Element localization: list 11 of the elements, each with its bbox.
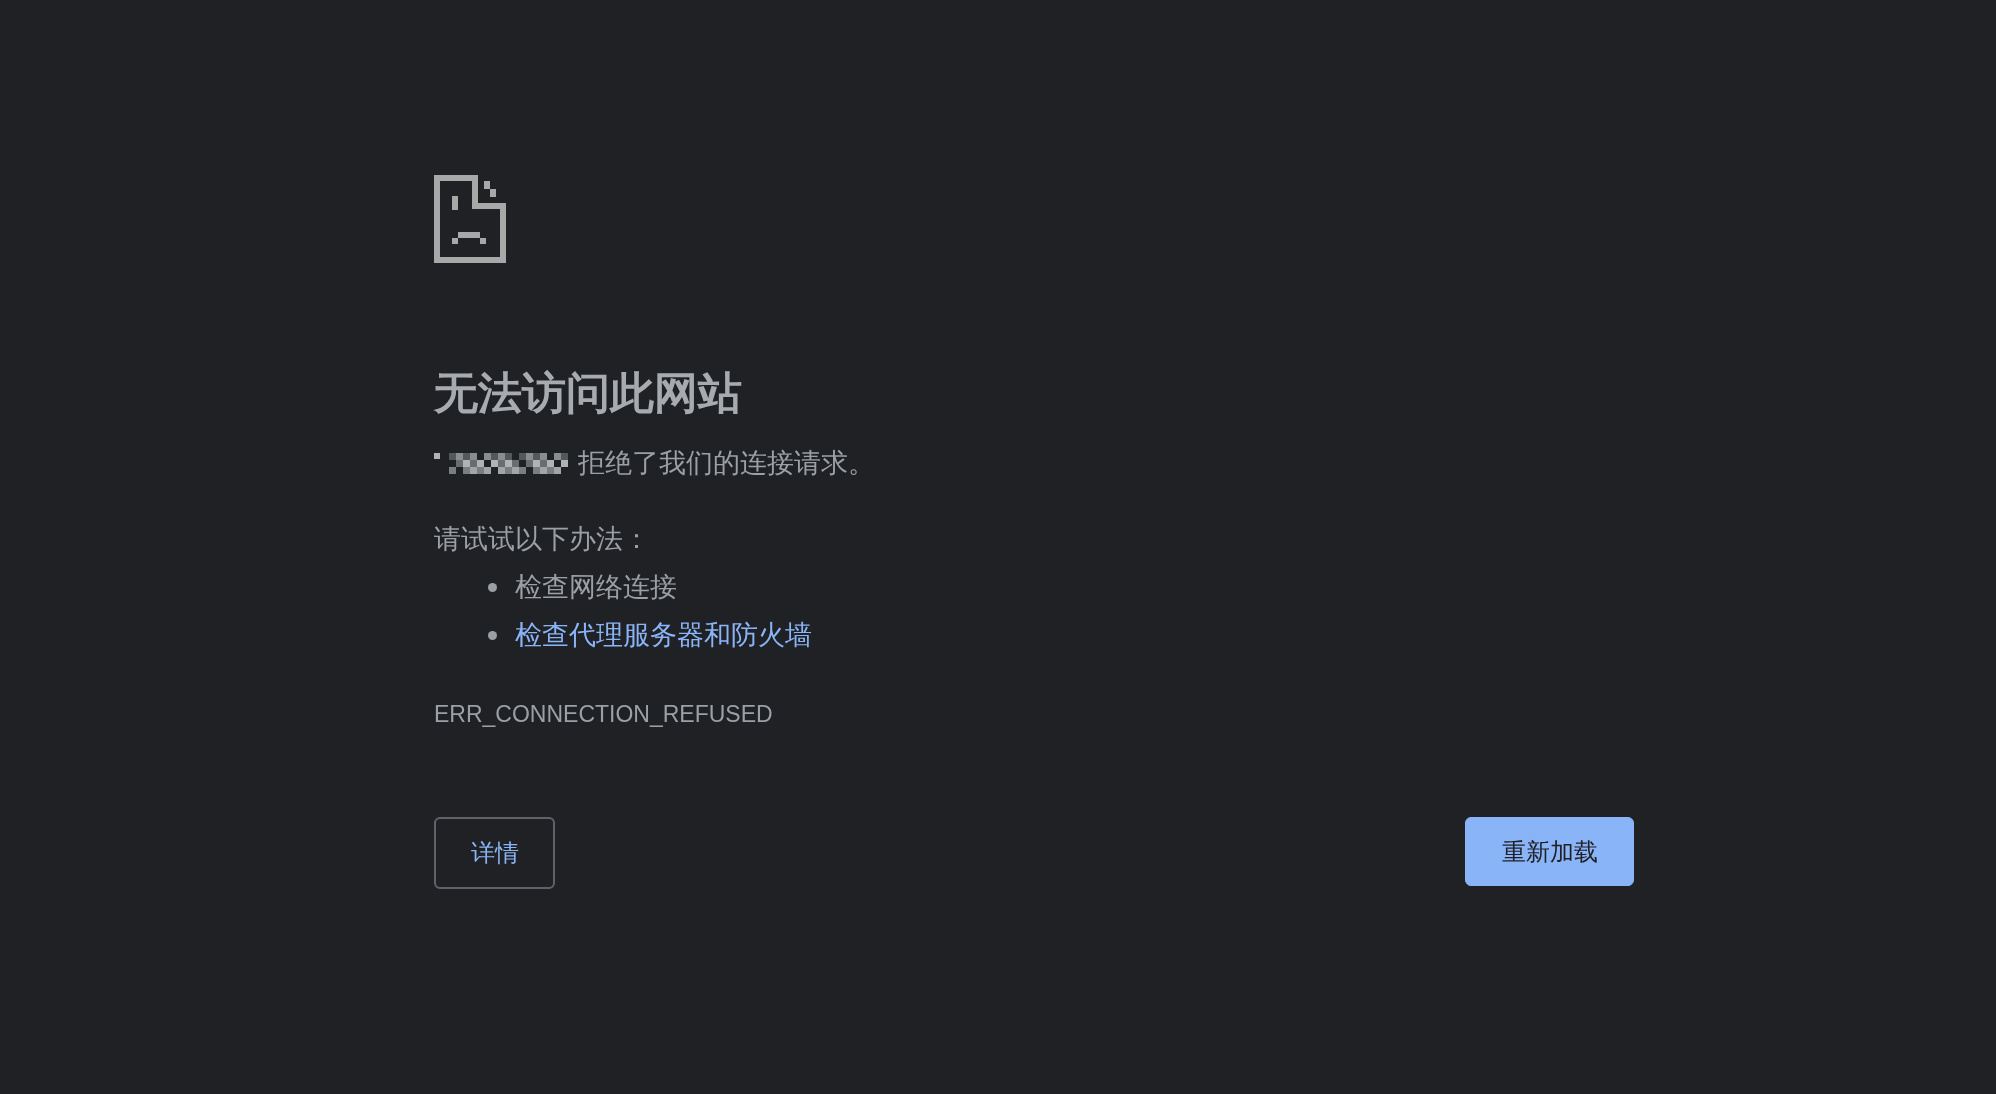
suggestion-text: 检查网络连接 — [515, 571, 677, 604]
reload-button[interactable]: 重新加载 — [1465, 817, 1634, 886]
error-message: 拒绝了我们的连接请求。 — [578, 447, 875, 480]
suggestion-link[interactable]: 检查代理服务器和防火墙 — [515, 615, 812, 655]
sad-page-icon — [434, 175, 506, 263]
bullet-icon — [488, 582, 497, 592]
bullet-icon — [488, 630, 497, 640]
error-code: ERR_CONNECTION_REFUSED — [434, 700, 774, 729]
error-title: 无法访问此网站 — [434, 367, 743, 419]
details-button[interactable]: 详情 — [434, 817, 555, 889]
suggestions-heading: 请试试以下办法： — [434, 523, 651, 556]
